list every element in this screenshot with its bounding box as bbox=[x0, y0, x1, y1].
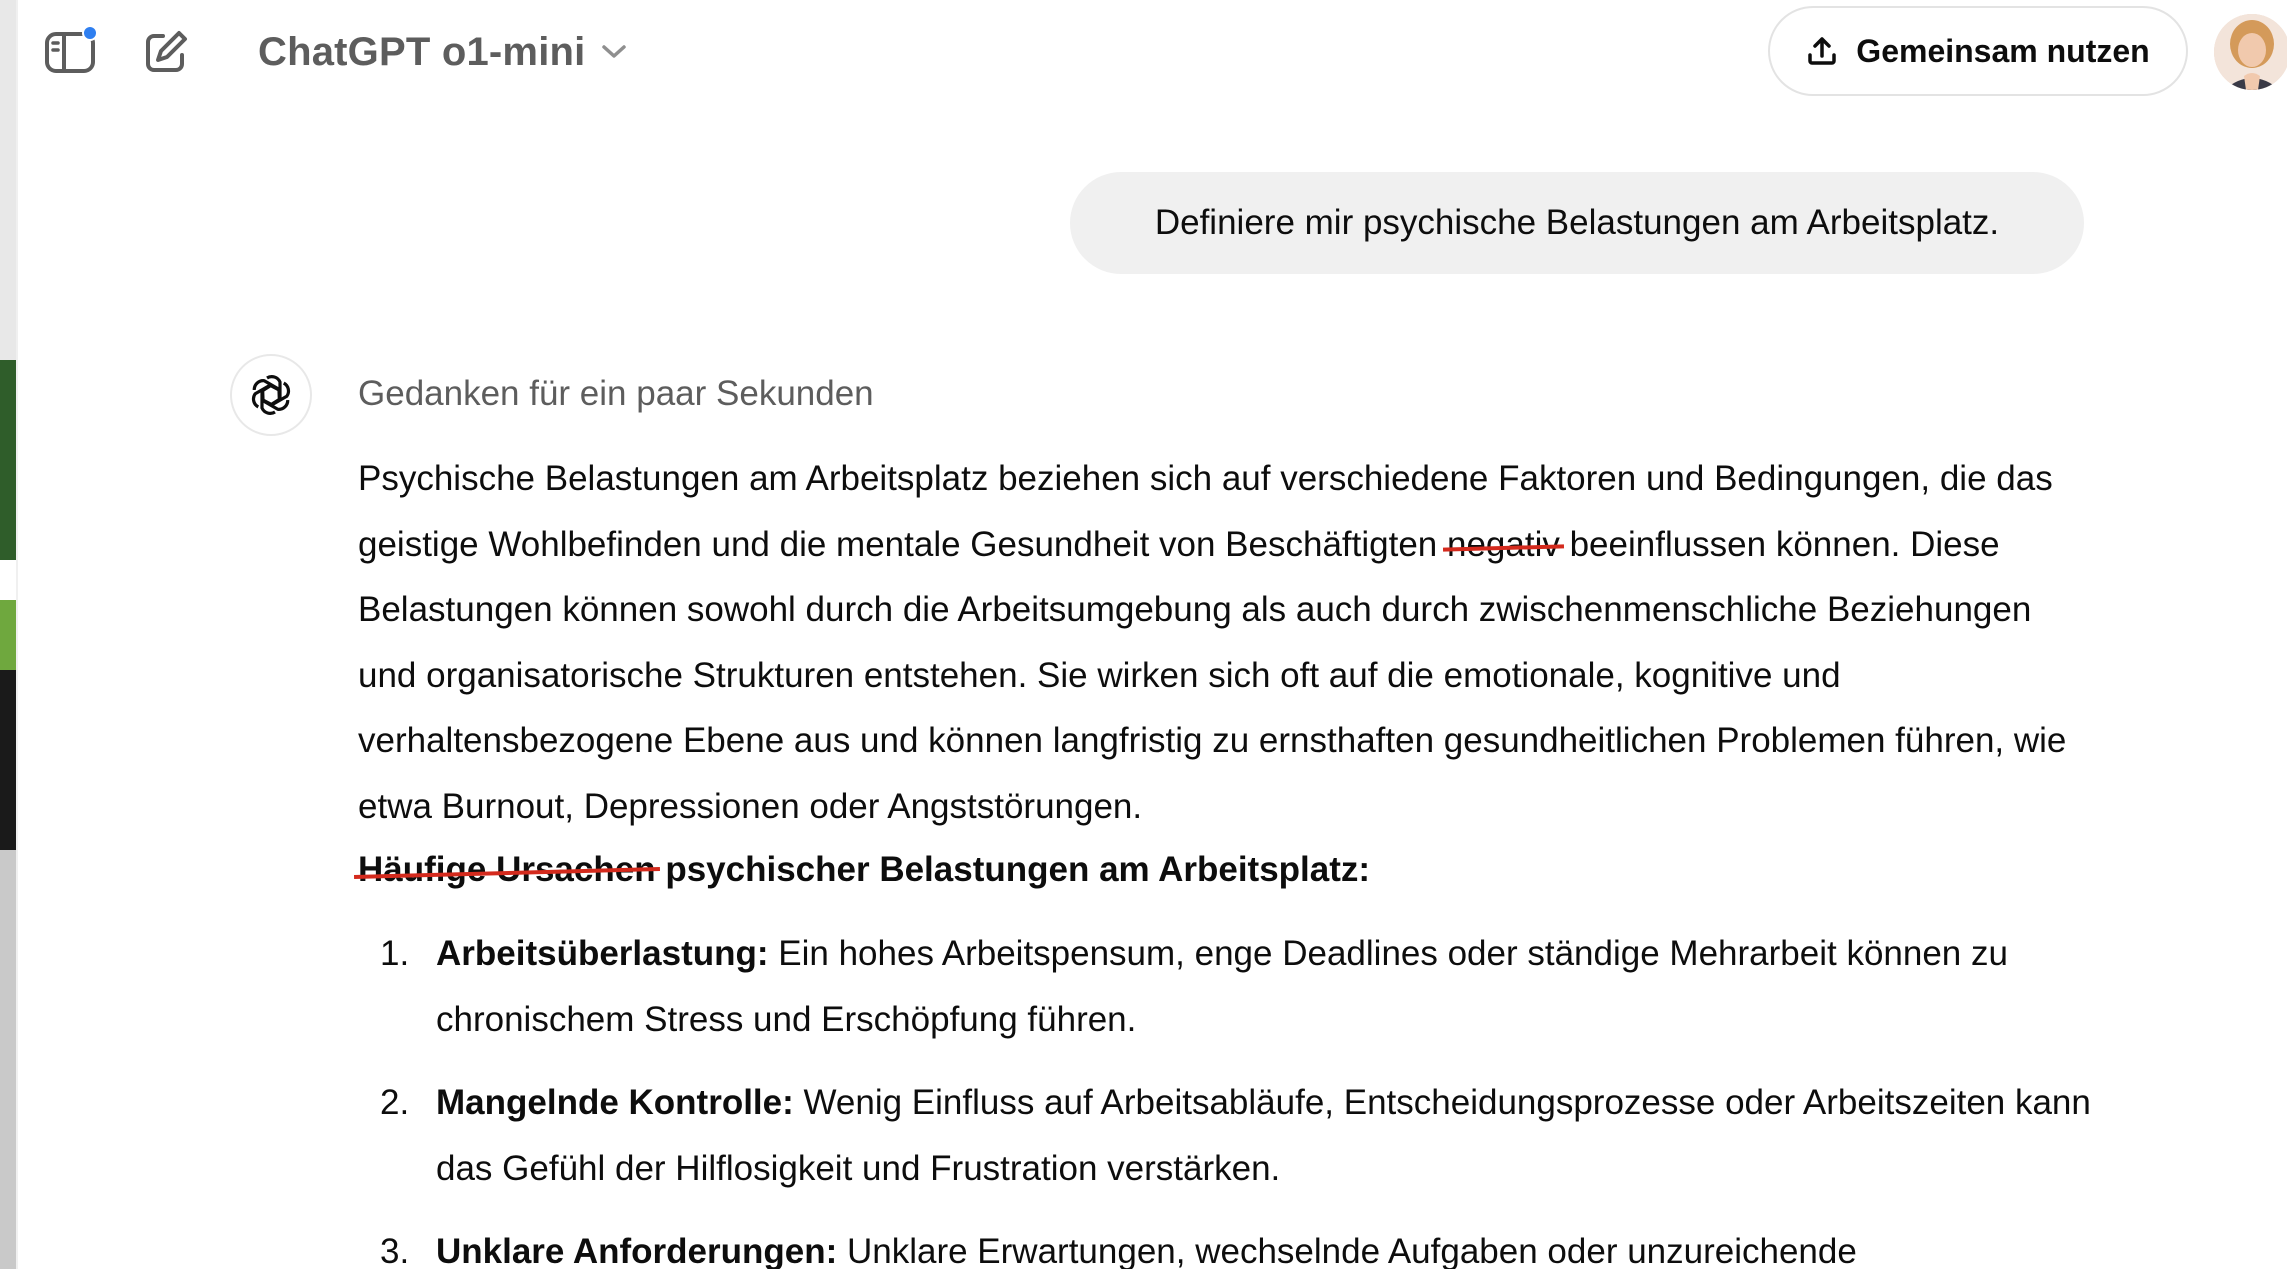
chevron-down-icon bbox=[602, 45, 627, 58]
sidebar-toggle-icon bbox=[44, 25, 98, 75]
intro-paragraph: Psychische Belastungen am Arbeitsplatz b… bbox=[358, 446, 2098, 839]
list-item: 3. Unklare Anforderungen: Unklare Erwart… bbox=[358, 1219, 2098, 1269]
user-avatar[interactable] bbox=[2214, 14, 2287, 90]
list-number: 1. bbox=[380, 934, 410, 973]
struck-word: negativ bbox=[1446, 524, 1560, 564]
assistant-response: Psychische Belastungen am Arbeitsplatz b… bbox=[358, 446, 2098, 1269]
list-text: Unklare Erwartungen, wechselnde Aufgaben… bbox=[837, 1232, 1857, 1269]
intro-text-2: beeinflussen können. Diese Belastungen k… bbox=[358, 524, 2067, 826]
notification-dot bbox=[82, 25, 98, 41]
assistant-avatar bbox=[230, 354, 312, 436]
list-number: 2. bbox=[380, 1083, 410, 1122]
user-message-text: Definiere mir psychische Belastungen am … bbox=[1154, 203, 2000, 242]
avatar-image bbox=[2214, 14, 2287, 90]
background-window-edge bbox=[0, 0, 16, 1269]
list-term: Mangelnde Kontrolle: bbox=[436, 1083, 794, 1122]
list-number: 3. bbox=[380, 1232, 410, 1269]
list-term: Arbeitsüberlastung: bbox=[436, 934, 769, 973]
edit-icon bbox=[146, 31, 187, 72]
share-button[interactable]: Gemeinsam nutzen bbox=[1768, 6, 2188, 96]
causes-list: 1. Arbeitsüberlastung: Ein hohes Arbeits… bbox=[358, 921, 2098, 1269]
openai-logo-icon bbox=[251, 375, 291, 415]
model-selector[interactable]: ChatGPT o1-mini bbox=[244, 26, 641, 78]
window-border bbox=[16, 0, 18, 1269]
app-window: ChatGPT o1-mini Gemeinsam nutzen Definie… bbox=[0, 0, 2287, 1269]
list-item: 2. Mangelnde Kontrolle: Wenig Einfluss a… bbox=[358, 1070, 2098, 1201]
struck-heading-part: Häufige Ursachen bbox=[358, 850, 656, 889]
heading-rest: psychischer Belastungen am Arbeitsplatz: bbox=[655, 850, 1371, 889]
top-bar: ChatGPT o1-mini Gemeinsam nutzen bbox=[18, 0, 2287, 104]
user-message-bubble: Definiere mir psychische Belastungen am … bbox=[1070, 172, 2084, 274]
share-label: Gemeinsam nutzen bbox=[1856, 32, 2150, 69]
model-name: ChatGPT o1-mini bbox=[258, 29, 586, 74]
new-chat-button[interactable] bbox=[136, 22, 196, 82]
sidebar-toggle-button[interactable] bbox=[40, 22, 100, 82]
section-heading: Häufige Ursachen psychischer Belastungen… bbox=[358, 839, 2098, 901]
list-item: 1. Arbeitsüberlastung: Ein hohes Arbeits… bbox=[358, 921, 2098, 1052]
reasoning-toggle[interactable]: Gedanken für ein paar Sekunden bbox=[358, 374, 874, 414]
list-term: Unklare Anforderungen: bbox=[436, 1232, 838, 1269]
upload-icon bbox=[1808, 37, 1837, 65]
